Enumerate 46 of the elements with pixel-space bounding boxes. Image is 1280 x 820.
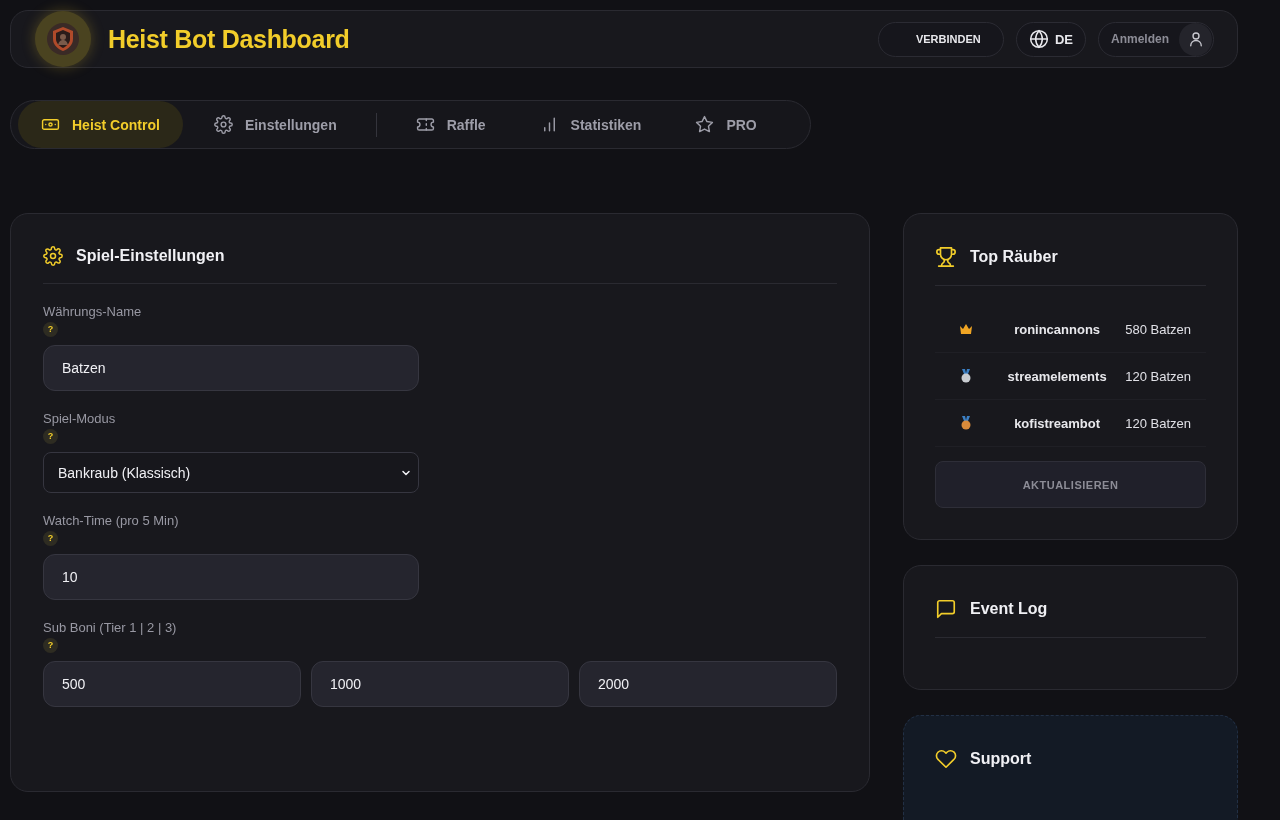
input-field[interactable]: 2000 xyxy=(579,661,837,707)
user-name: kofistreambot xyxy=(1013,415,1102,431)
score-text: 120 Batzen xyxy=(1125,368,1191,384)
dashboard-title: Heist Bot Dashboard xyxy=(108,24,350,54)
panel-title: Spiel-Einstellungen xyxy=(76,247,225,265)
help-icon[interactable]: ? xyxy=(43,531,58,546)
globe-icon xyxy=(1028,29,1049,49)
gear-icon xyxy=(43,246,63,266)
nav-tab[interactable]: Heist Control xyxy=(18,101,183,148)
input-field[interactable]: 500 xyxy=(43,661,301,707)
refresh-button[interactable]: AKTUALISIEREN xyxy=(935,461,1206,508)
card-title: Top Räuber xyxy=(970,248,1058,266)
nav-tab[interactable]: Raffle xyxy=(392,101,509,148)
nav-tab[interactable]: Einstellungen xyxy=(190,101,360,148)
field-label: Spiel-Modus xyxy=(43,411,117,426)
nav-tab[interactable]: PRO xyxy=(672,101,780,148)
medal-icon xyxy=(960,416,972,430)
nav-tab[interactable]: Statistiken xyxy=(516,101,665,148)
language-button[interactable]: DE xyxy=(1015,21,1086,57)
card-title: Support xyxy=(970,750,1032,768)
chat-bubble-icon xyxy=(935,598,957,620)
connect-button[interactable]: VERBINDEN xyxy=(877,21,1004,57)
card-title: Event Log xyxy=(970,600,1048,618)
user-name: ronincannons xyxy=(1013,321,1102,337)
logo-icon xyxy=(35,11,91,67)
user-name: streamelements xyxy=(1006,368,1108,384)
medal-icon xyxy=(960,369,972,383)
input-field[interactable]: 1000 xyxy=(311,661,569,707)
dropdown[interactable]: Bankraub (Klassisch) xyxy=(43,452,419,493)
settings-icon xyxy=(213,115,233,134)
login-button[interactable]: Anmelden xyxy=(1098,21,1214,57)
input-field[interactable]: Batzen xyxy=(43,345,419,391)
heart-icon xyxy=(935,748,957,770)
score-text: 120 Batzen xyxy=(1125,415,1191,431)
help-icon[interactable]: ? xyxy=(43,638,58,653)
ticket-icon xyxy=(415,115,435,134)
field-label: Sub Boni (Tier 1 | 2 | 3) xyxy=(43,620,178,635)
help-icon[interactable]: ? xyxy=(43,322,58,337)
field-label: Währungs-Name xyxy=(43,304,143,319)
star-icon xyxy=(695,115,715,134)
input-field[interactable]: 10 xyxy=(43,554,419,600)
crown-icon xyxy=(959,323,973,335)
help-icon[interactable]: ? xyxy=(43,429,58,444)
score-text: 580 Batzen xyxy=(1125,321,1191,337)
field-label: Watch-Time (pro 5 Min) xyxy=(43,513,180,528)
trophy-icon xyxy=(935,246,957,268)
